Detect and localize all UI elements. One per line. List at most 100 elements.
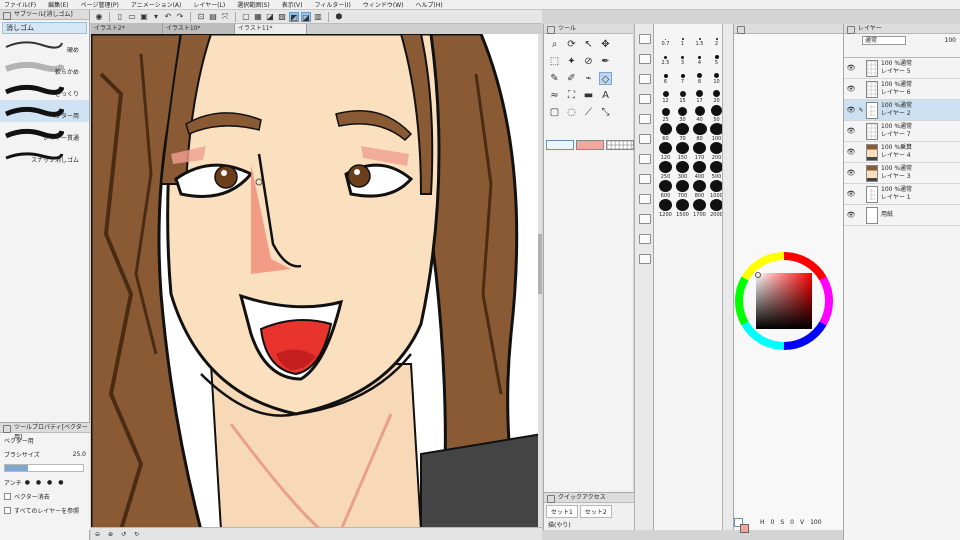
panel-toggle-icon[interactable] [638, 94, 651, 104]
canvas-vertical-scrollbar[interactable] [538, 34, 542, 530]
snap-perspective-icon[interactable]: ▥ [313, 12, 323, 22]
fill-bucket-icon[interactable]: ⛶ [565, 89, 578, 102]
brush-size-preset[interactable]: 1500 [675, 199, 690, 218]
brush-size-preset[interactable]: 15 [675, 85, 690, 104]
brush-size-preset[interactable]: 1700 [692, 199, 707, 218]
brush-size-preset[interactable]: 800 [692, 180, 707, 199]
layer-name[interactable]: レイヤー 1 [881, 194, 912, 202]
panel-toggle-icon[interactable] [638, 54, 651, 64]
panel-toggle-icon[interactable] [638, 194, 651, 204]
panel-toggle-icon[interactable] [638, 154, 651, 164]
vector-erase-checkbox[interactable] [4, 492, 11, 500]
visibility-eye-icon[interactable]: 👁 [846, 211, 856, 219]
invert-selection-icon[interactable]: ◪ [265, 12, 275, 22]
antialias-dots[interactable]: ● ● ● ● [25, 479, 66, 486]
brush-size-preset[interactable]: 1.5 [692, 28, 707, 47]
select-all-icon[interactable]: ▦ [253, 12, 263, 22]
blend-mode-select[interactable]: 通常 [862, 36, 906, 45]
snap-grid-icon[interactable]: ◪ [301, 11, 311, 22]
sub-color-mini-swatch[interactable] [740, 524, 749, 533]
brush-size-preset[interactable]: 80 [692, 123, 707, 142]
brush-size-preset[interactable]: 300 [675, 161, 690, 180]
brush-size-preset[interactable]: 30 [675, 104, 690, 123]
subtool-item-hard[interactable]: 硬め [0, 34, 89, 56]
visibility-eye-icon[interactable]: 👁 [846, 148, 856, 156]
layer-row[interactable]: 👁 100 %通常 レイヤー 7 [844, 121, 960, 142]
brush-size-slider[interactable] [4, 464, 84, 472]
layer-row[interactable]: 👁 100 %乗算 レイヤー 4 [844, 142, 960, 163]
panel-toggle-icon[interactable] [638, 34, 651, 44]
open-folder-icon[interactable]: ▭ [127, 12, 137, 22]
menu-filter[interactable]: フィルター(I) [315, 0, 351, 9]
panel-toggle-icon[interactable] [638, 134, 651, 144]
rotate-view-icon[interactable]: ⟳ [565, 38, 578, 51]
panel-toggle-icon[interactable] [638, 74, 651, 84]
layer-name[interactable]: レイヤー 6 [881, 89, 912, 97]
dropdown-icon[interactable]: ▾ [151, 12, 161, 22]
canvas-area[interactable]: イラスト2* イラスト10* イラスト11* [91, 24, 542, 530]
brush-size-preset[interactable]: 6 [658, 66, 673, 85]
brush-size-preset[interactable]: 40 [692, 104, 707, 123]
layer-row[interactable]: 👁 100 %通常 レイヤー 6 [844, 79, 960, 100]
brush-size-value[interactable]: 25.0 [73, 451, 86, 458]
operation-icon[interactable]: ↖ [582, 38, 595, 51]
canvas-tab[interactable]: イラスト2* [91, 24, 163, 34]
brush-size-preset[interactable]: 7 [675, 66, 690, 85]
airbrush-icon[interactable]: ⌁ [582, 72, 595, 85]
menu-layer[interactable]: レイヤー(L) [193, 0, 225, 9]
selection-icon[interactable]: ⬚ [548, 55, 561, 68]
edit-target-pen-icon[interactable]: ✎ [856, 107, 866, 114]
menu-help[interactable]: ヘルプ(H) [415, 0, 442, 9]
clear-icon[interactable]: ⊡ [196, 12, 206, 22]
fill-icon[interactable]: ▤ [208, 12, 218, 22]
brush-size-preset[interactable]: 17 [692, 85, 707, 104]
visibility-eye-icon[interactable]: 👁 [846, 190, 856, 198]
brush-size-preset[interactable]: 1 [675, 28, 690, 47]
layer-name[interactable]: レイヤー 7 [881, 131, 912, 139]
canvas-tab[interactable]: イラスト10* [163, 24, 235, 34]
layer-row[interactable]: 👁 ✎ 100 %通常 レイヤー 2 [844, 100, 960, 121]
brush-size-preset[interactable]: 700 [675, 180, 690, 199]
menu-file[interactable]: ファイル(F) [4, 0, 36, 9]
brush-size-preset[interactable]: 170 [692, 142, 707, 161]
visibility-eye-icon[interactable]: 👁 [846, 85, 856, 93]
subtool-item-rough[interactable]: ざっくり [0, 78, 89, 100]
brush-icon[interactable]: ✐ [565, 72, 578, 85]
save-icon[interactable]: ▣ [139, 12, 149, 22]
panel-toggle-icon[interactable] [638, 234, 651, 244]
all-layers-row[interactable]: すべてのレイヤーを参照 [0, 503, 90, 517]
undo-icon[interactable]: ↶ [163, 12, 173, 22]
layer-row[interactable]: 👁 100 %通常 レイヤー 1 [844, 184, 960, 205]
subtool-item-through-layer[interactable]: レイヤー貫通 [0, 122, 89, 144]
menu-view[interactable]: 表示(V) [282, 0, 303, 9]
quick-access-tab-set2[interactable]: セット2 [579, 505, 612, 518]
zoom-in-icon[interactable]: ⊕ [108, 531, 113, 538]
subtool-item-soft[interactable]: 軟らかめ [0, 56, 89, 78]
layer-name[interactable]: レイヤー 5 [881, 68, 912, 76]
panel-toggle-icon[interactable] [638, 174, 651, 184]
layer-name[interactable]: 用紙 [881, 211, 893, 219]
redo-icon[interactable]: ↷ [175, 12, 185, 22]
sub-tool-group-tab[interactable]: 消しゴム [2, 22, 87, 34]
zoom-out-icon[interactable]: ⊖ [95, 531, 100, 538]
brush-size-preset[interactable]: 60 [658, 123, 673, 142]
menu-animation[interactable]: アニメーション(A) [131, 0, 182, 9]
subtool-item-vector[interactable]: ベクター用 [0, 100, 89, 122]
brush-size-preset[interactable]: 150 [675, 142, 690, 161]
eyedropper-icon[interactable]: ⊘ [582, 55, 595, 68]
vector-erase-row[interactable]: ベクター消去 [0, 489, 90, 503]
balloon-icon[interactable]: ◌ [565, 106, 578, 119]
color-wheel[interactable] [734, 229, 844, 379]
scroll-thumb[interactable] [538, 234, 542, 294]
sub-color-swatch[interactable] [576, 140, 604, 150]
auto-select-icon[interactable]: ✦ [565, 55, 578, 68]
snap-ruler-icon[interactable]: ◩ [289, 11, 299, 22]
move-layer-icon[interactable]: ✥ [599, 38, 612, 51]
brush-size-preset[interactable]: 250 [658, 161, 673, 180]
brush-size-preset[interactable]: 2.5 [658, 47, 673, 66]
visibility-eye-icon[interactable]: 👁 [846, 106, 856, 114]
blend-icon[interactable]: ≈ [548, 89, 561, 102]
layer-name[interactable]: レイヤー 3 [881, 173, 912, 181]
brush-size-row[interactable]: ブラシサイズ 25.0 [0, 447, 90, 461]
panel-toggle-icon[interactable] [638, 214, 651, 224]
